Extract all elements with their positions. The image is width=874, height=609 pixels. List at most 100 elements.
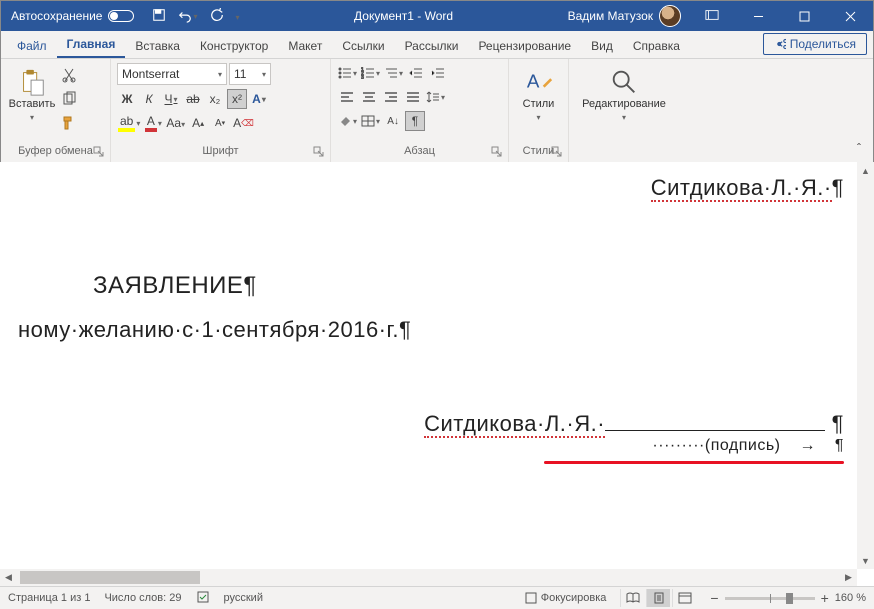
share-button[interactable]: Поделиться bbox=[763, 33, 867, 55]
multilevel-button[interactable] bbox=[383, 63, 404, 83]
highlight-button[interactable]: ab bbox=[117, 113, 141, 133]
strike-button[interactable]: ab bbox=[183, 89, 203, 109]
bold-button[interactable]: Ж bbox=[117, 89, 137, 109]
editing-button[interactable]: Редактирование bbox=[575, 63, 673, 127]
quick-access-toolbar bbox=[144, 8, 247, 25]
sort-button[interactable]: A↓ bbox=[383, 111, 403, 131]
svg-text:A: A bbox=[526, 71, 539, 92]
tab-view[interactable]: Вид bbox=[581, 34, 623, 58]
superscript-button[interactable]: x² bbox=[227, 89, 247, 109]
text-effects-button[interactable]: A bbox=[249, 89, 269, 109]
launcher-icon[interactable] bbox=[551, 146, 562, 157]
zoom-in-button[interactable]: + bbox=[821, 590, 829, 606]
scroll-left-icon[interactable]: ◀ bbox=[0, 569, 17, 586]
grow-font-button[interactable]: A▴ bbox=[188, 113, 208, 133]
tab-file[interactable]: Файл bbox=[7, 34, 57, 58]
shrink-font-button[interactable]: A▾ bbox=[210, 113, 230, 133]
font-color-button[interactable]: A bbox=[143, 113, 163, 133]
styles-button[interactable]: A Стили bbox=[515, 63, 562, 127]
doc-text: ЗАЯВЛЕНИЕ bbox=[93, 272, 243, 299]
group-clipboard: Вставить Буфер обмена bbox=[1, 59, 111, 162]
subscript-button[interactable]: x₂ bbox=[205, 89, 225, 109]
scroll-up-icon[interactable]: ▲ bbox=[857, 162, 874, 179]
increase-indent-button[interactable] bbox=[428, 63, 448, 83]
scroll-thumb[interactable] bbox=[20, 571, 200, 584]
status-language[interactable]: русский bbox=[224, 592, 263, 604]
document-title: Документ1 - Word bbox=[248, 9, 560, 23]
launcher-icon[interactable] bbox=[491, 146, 502, 157]
print-view-button[interactable] bbox=[646, 589, 670, 607]
vertical-scrollbar[interactable]: ▲ ▼ bbox=[857, 162, 874, 569]
tab-layout[interactable]: Макет bbox=[278, 34, 332, 58]
zoom-slider[interactable] bbox=[725, 597, 815, 600]
save-icon[interactable] bbox=[152, 8, 166, 25]
format-painter-button[interactable] bbox=[59, 113, 79, 133]
autosave-group: Автосохранение bbox=[1, 9, 144, 23]
zoom-level[interactable]: 160 % bbox=[835, 592, 866, 604]
tab-mailings[interactable]: Рассылки bbox=[395, 34, 469, 58]
launcher-icon[interactable] bbox=[313, 146, 324, 157]
align-right-button[interactable] bbox=[381, 87, 401, 107]
tab-home[interactable]: Главная bbox=[57, 32, 126, 58]
focus-mode[interactable]: Фокусировка bbox=[525, 592, 607, 604]
qat-more[interactable] bbox=[236, 9, 240, 23]
copy-button[interactable] bbox=[59, 89, 79, 109]
tab-review[interactable]: Рецензирование bbox=[468, 34, 581, 58]
paste-button[interactable]: Вставить bbox=[7, 63, 57, 127]
horizontal-scrollbar[interactable]: ◀ ▶ bbox=[0, 569, 857, 586]
launcher-icon[interactable] bbox=[93, 146, 104, 157]
maximize-button[interactable] bbox=[781, 1, 827, 31]
scroll-down-icon[interactable]: ▼ bbox=[857, 552, 874, 569]
page[interactable]: Ситдикова·Л.·Я.·¶ ЗАЯВЛЕНИЕ¶ ному·желани… bbox=[18, 167, 854, 566]
view-buttons bbox=[620, 589, 696, 607]
tab-help[interactable]: Справка bbox=[623, 34, 690, 58]
borders-button[interactable] bbox=[360, 111, 381, 131]
underline-button[interactable]: Ч bbox=[161, 89, 181, 109]
pilcrow-icon: ¶ bbox=[399, 317, 411, 342]
show-marks-button[interactable]: ¶ bbox=[405, 111, 425, 131]
decrease-indent-button[interactable] bbox=[406, 63, 426, 83]
paste-label: Вставить bbox=[9, 98, 56, 110]
tab-design[interactable]: Конструктор bbox=[190, 34, 278, 58]
line-spacing-button[interactable] bbox=[425, 87, 446, 107]
titlebar: Автосохранение Документ1 - Word Вадим Ма… bbox=[1, 1, 873, 31]
spellcheck-icon[interactable] bbox=[196, 590, 210, 607]
collapse-ribbon-button[interactable]: ˆ bbox=[849, 138, 869, 158]
cut-button[interactable] bbox=[59, 65, 79, 85]
avatar bbox=[659, 5, 681, 27]
doc-text: Ситдикова·Л.·Я.· bbox=[424, 411, 605, 438]
close-button[interactable] bbox=[827, 1, 873, 31]
bullets-button[interactable] bbox=[337, 63, 358, 83]
scroll-right-icon[interactable]: ▶ bbox=[840, 569, 857, 586]
status-words[interactable]: Число слов: 29 bbox=[104, 592, 181, 604]
zoom-out-button[interactable]: − bbox=[710, 590, 718, 606]
status-page[interactable]: Страница 1 из 1 bbox=[8, 592, 90, 604]
font-name-combo[interactable]: Montserrat bbox=[117, 63, 227, 85]
align-left-button[interactable] bbox=[337, 87, 357, 107]
numbering-button[interactable]: 123 bbox=[360, 63, 381, 83]
shading-button[interactable] bbox=[337, 111, 358, 131]
autosave-toggle[interactable] bbox=[108, 10, 134, 22]
undo-button[interactable] bbox=[178, 9, 197, 23]
group-font: Montserrat 11 Ж К Ч ab x₂ x² A ab A Aa A… bbox=[111, 59, 331, 162]
font-size-combo[interactable]: 11 bbox=[229, 63, 271, 85]
read-view-button[interactable] bbox=[620, 589, 644, 607]
clipboard-group-label: Буфер обмена bbox=[18, 145, 93, 157]
group-editing: Редактирование bbox=[569, 59, 679, 162]
align-center-button[interactable] bbox=[359, 87, 379, 107]
tab-references[interactable]: Ссылки bbox=[332, 34, 394, 58]
tab-insert[interactable]: Вставка bbox=[125, 34, 190, 58]
justify-button[interactable] bbox=[403, 87, 423, 107]
web-view-button[interactable] bbox=[672, 589, 696, 607]
minimize-button[interactable] bbox=[735, 1, 781, 31]
clear-format-button[interactable]: A⌫ bbox=[232, 113, 255, 133]
italic-button[interactable]: К bbox=[139, 89, 159, 109]
user-account[interactable]: Вадим Матузок bbox=[560, 5, 689, 27]
paragraph-group-label: Абзац bbox=[404, 145, 435, 157]
doc-text: ному·желанию·с·1·сентября·2016·г. bbox=[18, 317, 399, 342]
ribbon-display-icon[interactable] bbox=[689, 9, 735, 24]
redo-button[interactable] bbox=[210, 8, 224, 25]
font-group-label: Шрифт bbox=[202, 145, 238, 157]
change-case-button[interactable]: Aa bbox=[165, 113, 186, 133]
user-name: Вадим Матузок bbox=[568, 9, 653, 23]
